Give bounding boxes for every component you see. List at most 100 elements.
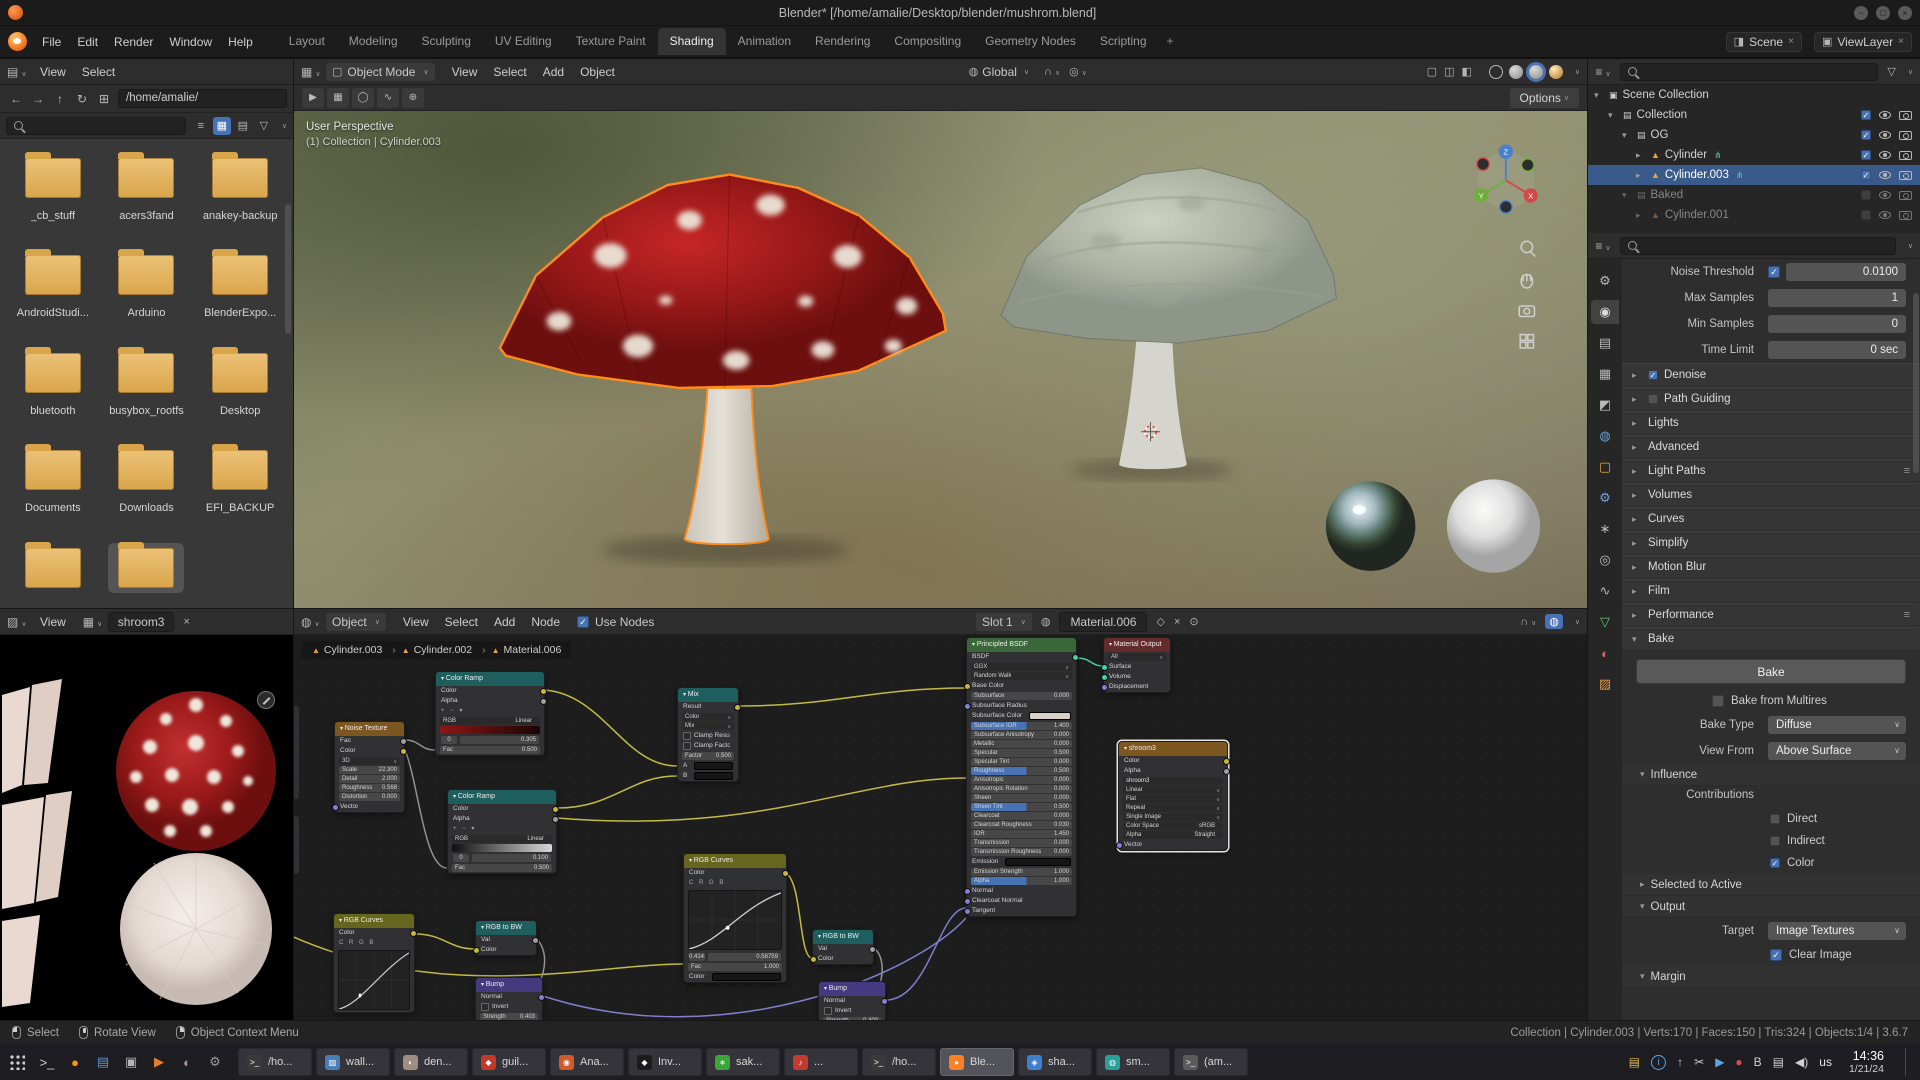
taskbar-window-button[interactable]: ● Ble... — [940, 1048, 1014, 1076]
file-search-input[interactable] — [6, 117, 186, 135]
unlink-viewlayer-icon[interactable]: × — [1898, 36, 1904, 47]
node-row[interactable]: Clamp Result — [678, 731, 738, 741]
taskbar-window-button[interactable]: >_ /ho... — [238, 1048, 312, 1076]
visibility-eye-icon[interactable] — [1879, 211, 1891, 219]
node-row[interactable]: B — [678, 771, 738, 781]
node-row[interactable]: Color — [335, 746, 404, 756]
play-icon[interactable]: ▶ — [1715, 1055, 1724, 1069]
taskbar-window-button[interactable]: ◈ sha... — [1018, 1048, 1092, 1076]
shader-editor-menu[interactable]: View — [395, 612, 437, 632]
taskbar-window-button[interactable]: ♪ ... — [784, 1048, 858, 1076]
data-tab[interactable]: ▽ — [1591, 610, 1619, 634]
node-row[interactable]: Color — [448, 804, 556, 814]
node-row[interactable]: Tangent — [967, 906, 1076, 916]
pin-icon[interactable]: ⊙ — [1189, 615, 1198, 628]
node-row[interactable]: RGBLinear — [440, 717, 540, 725]
expand-icon[interactable]: ▸ — [1636, 210, 1646, 221]
image-editor-view-menu[interactable]: View — [32, 612, 74, 632]
node-color-ramp-2[interactable]: Color Ramp ColorAlpha+ − ▾RGBLinear00.10… — [447, 789, 557, 874]
node-row[interactable]: Subsurface0.000 — [971, 692, 1072, 700]
node-row[interactable]: Alpha — [448, 814, 556, 824]
property-value-field[interactable]: 0.0100 — [1786, 263, 1906, 281]
shader-type-dropdown[interactable]: Object∨ — [326, 613, 386, 631]
back-icon[interactable]: ← — [6, 89, 26, 109]
folder-tile[interactable] — [100, 543, 194, 608]
tweak-tool-icon[interactable]: ▶ — [302, 88, 324, 108]
node-row[interactable]: Distortion0.000 — [339, 793, 400, 801]
viewport-menu[interactable]: Select — [485, 62, 534, 82]
new-folder-icon[interactable]: ⊞ — [94, 89, 114, 109]
margin-subpanel[interactable]: ▾ Margin — [1622, 966, 1920, 988]
properties-editor-icon[interactable]: ≡∨ — [1595, 239, 1611, 253]
unlink-scene-icon[interactable]: × — [1788, 36, 1794, 47]
node-row[interactable]: 00.305 — [436, 735, 544, 745]
node-row[interactable]: Transmission0.000 — [971, 839, 1072, 847]
multires-checkbox[interactable] — [1712, 695, 1724, 707]
output-subpanel[interactable]: ▾ Output — [1622, 896, 1920, 918]
node-row[interactable]: Single Image — [1123, 813, 1223, 821]
folder-tile[interactable] — [6, 543, 100, 608]
node-row[interactable]: Emission Strength1.000 — [971, 868, 1072, 876]
node-row[interactable]: Repeat — [1123, 804, 1223, 812]
taskbar-window-button[interactable]: >_ (am... — [1174, 1048, 1248, 1076]
node-row[interactable]: Detail2.000 — [339, 775, 400, 783]
render-camera-icon[interactable] — [1899, 171, 1912, 180]
selectable-checkbox[interactable] — [1861, 170, 1871, 180]
node-material-output[interactable]: Material Output AllSurfaceVolumeDisplace… — [1103, 637, 1171, 693]
expand-icon[interactable]: ▸ — [1636, 170, 1646, 181]
workspace-tab[interactable]: UV Editing — [483, 28, 564, 55]
node-row[interactable]: All — [1108, 653, 1166, 661]
viewport-editor-icon[interactable]: ▦∨ — [301, 65, 317, 79]
node-row[interactable]: 3D — [339, 757, 400, 765]
node-row[interactable]: Clearcoat Normal — [967, 896, 1076, 906]
render-camera-icon[interactable] — [1899, 211, 1912, 220]
contribution-toggle[interactable]: Direct — [1622, 808, 1920, 830]
folder-tile[interactable]: BlenderExpo... — [193, 250, 287, 327]
folder-tile[interactable]: Desktop — [193, 348, 287, 425]
node-row[interactable]: Volume — [1104, 672, 1170, 682]
node-row[interactable]: Invert — [476, 1002, 542, 1012]
node-row[interactable]: Normal — [476, 992, 542, 1002]
selectable-checkbox[interactable] — [1861, 210, 1871, 220]
node-header[interactable]: Color Ramp — [436, 672, 544, 686]
node-row[interactable]: Result — [678, 702, 738, 712]
node-header[interactable]: RGB Curves — [684, 854, 786, 868]
folder-tile[interactable]: EFI_BACKUP — [193, 445, 287, 522]
node-row[interactable]: Flat — [1123, 795, 1223, 803]
node-row[interactable]: Normal — [819, 996, 885, 1006]
folder-tile[interactable]: busybox_rootfs — [100, 348, 194, 425]
clipped-node[interactable] — [294, 815, 300, 875]
node-row[interactable]: shroom3 — [1123, 777, 1223, 785]
record-icon[interactable]: ● — [1735, 1055, 1742, 1069]
node-row[interactable]: Color SpacesRGB — [1123, 822, 1223, 830]
influence-subpanel[interactable]: ▾ Influence — [1622, 764, 1920, 786]
physics-tab[interactable]: ◎ — [1591, 548, 1619, 572]
node-row[interactable]: Emission — [967, 857, 1076, 867]
workspace-tab[interactable]: Scripting — [1088, 28, 1159, 55]
screenshot-icon[interactable]: ✂ — [1694, 1055, 1704, 1069]
panel-header[interactable]: ▸ Denoise ≡ — [1622, 363, 1920, 387]
viewlayer-tab[interactable]: ▦ — [1591, 362, 1619, 386]
node-header[interactable]: Material Output — [1104, 638, 1170, 652]
panel-header[interactable]: ▸ Simplify ≡ — [1622, 531, 1920, 555]
node-row[interactable]: Transmission Roughness0.000 — [971, 848, 1072, 856]
contribution-toggle[interactable]: Color — [1622, 852, 1920, 874]
node-row[interactable]: Subsurface Anisotropy0.000 — [971, 731, 1072, 739]
folder-tile[interactable]: Downloads — [100, 445, 194, 522]
snap-icon[interactable]: ∩∨ — [1520, 616, 1536, 628]
notification-icon[interactable]: ▤ — [1629, 1055, 1640, 1069]
taskbar-window-button[interactable]: ◆ Inv... — [628, 1048, 702, 1076]
node-row[interactable]: Val — [813, 944, 873, 954]
bake-type-dropdown[interactable]: Diffuse — [1768, 716, 1906, 734]
contribution-checkbox[interactable] — [1770, 814, 1780, 824]
curve-widget[interactable] — [688, 890, 782, 950]
workspace-tab[interactable]: Animation — [726, 28, 803, 55]
target-dropdown[interactable]: Image Textures — [1768, 922, 1906, 940]
keyboard-layout[interactable]: us — [1819, 1055, 1832, 1069]
bake-multires-row[interactable]: Bake from Multires — [1622, 690, 1920, 712]
curve-widget[interactable] — [338, 950, 410, 1010]
options-button[interactable]: Options∨ — [1510, 88, 1579, 108]
display-icon[interactable]: ▤ — [1773, 1055, 1784, 1069]
node-row[interactable]: Color — [476, 945, 536, 955]
node-row[interactable]: Clearcoat0.000 — [971, 812, 1072, 820]
